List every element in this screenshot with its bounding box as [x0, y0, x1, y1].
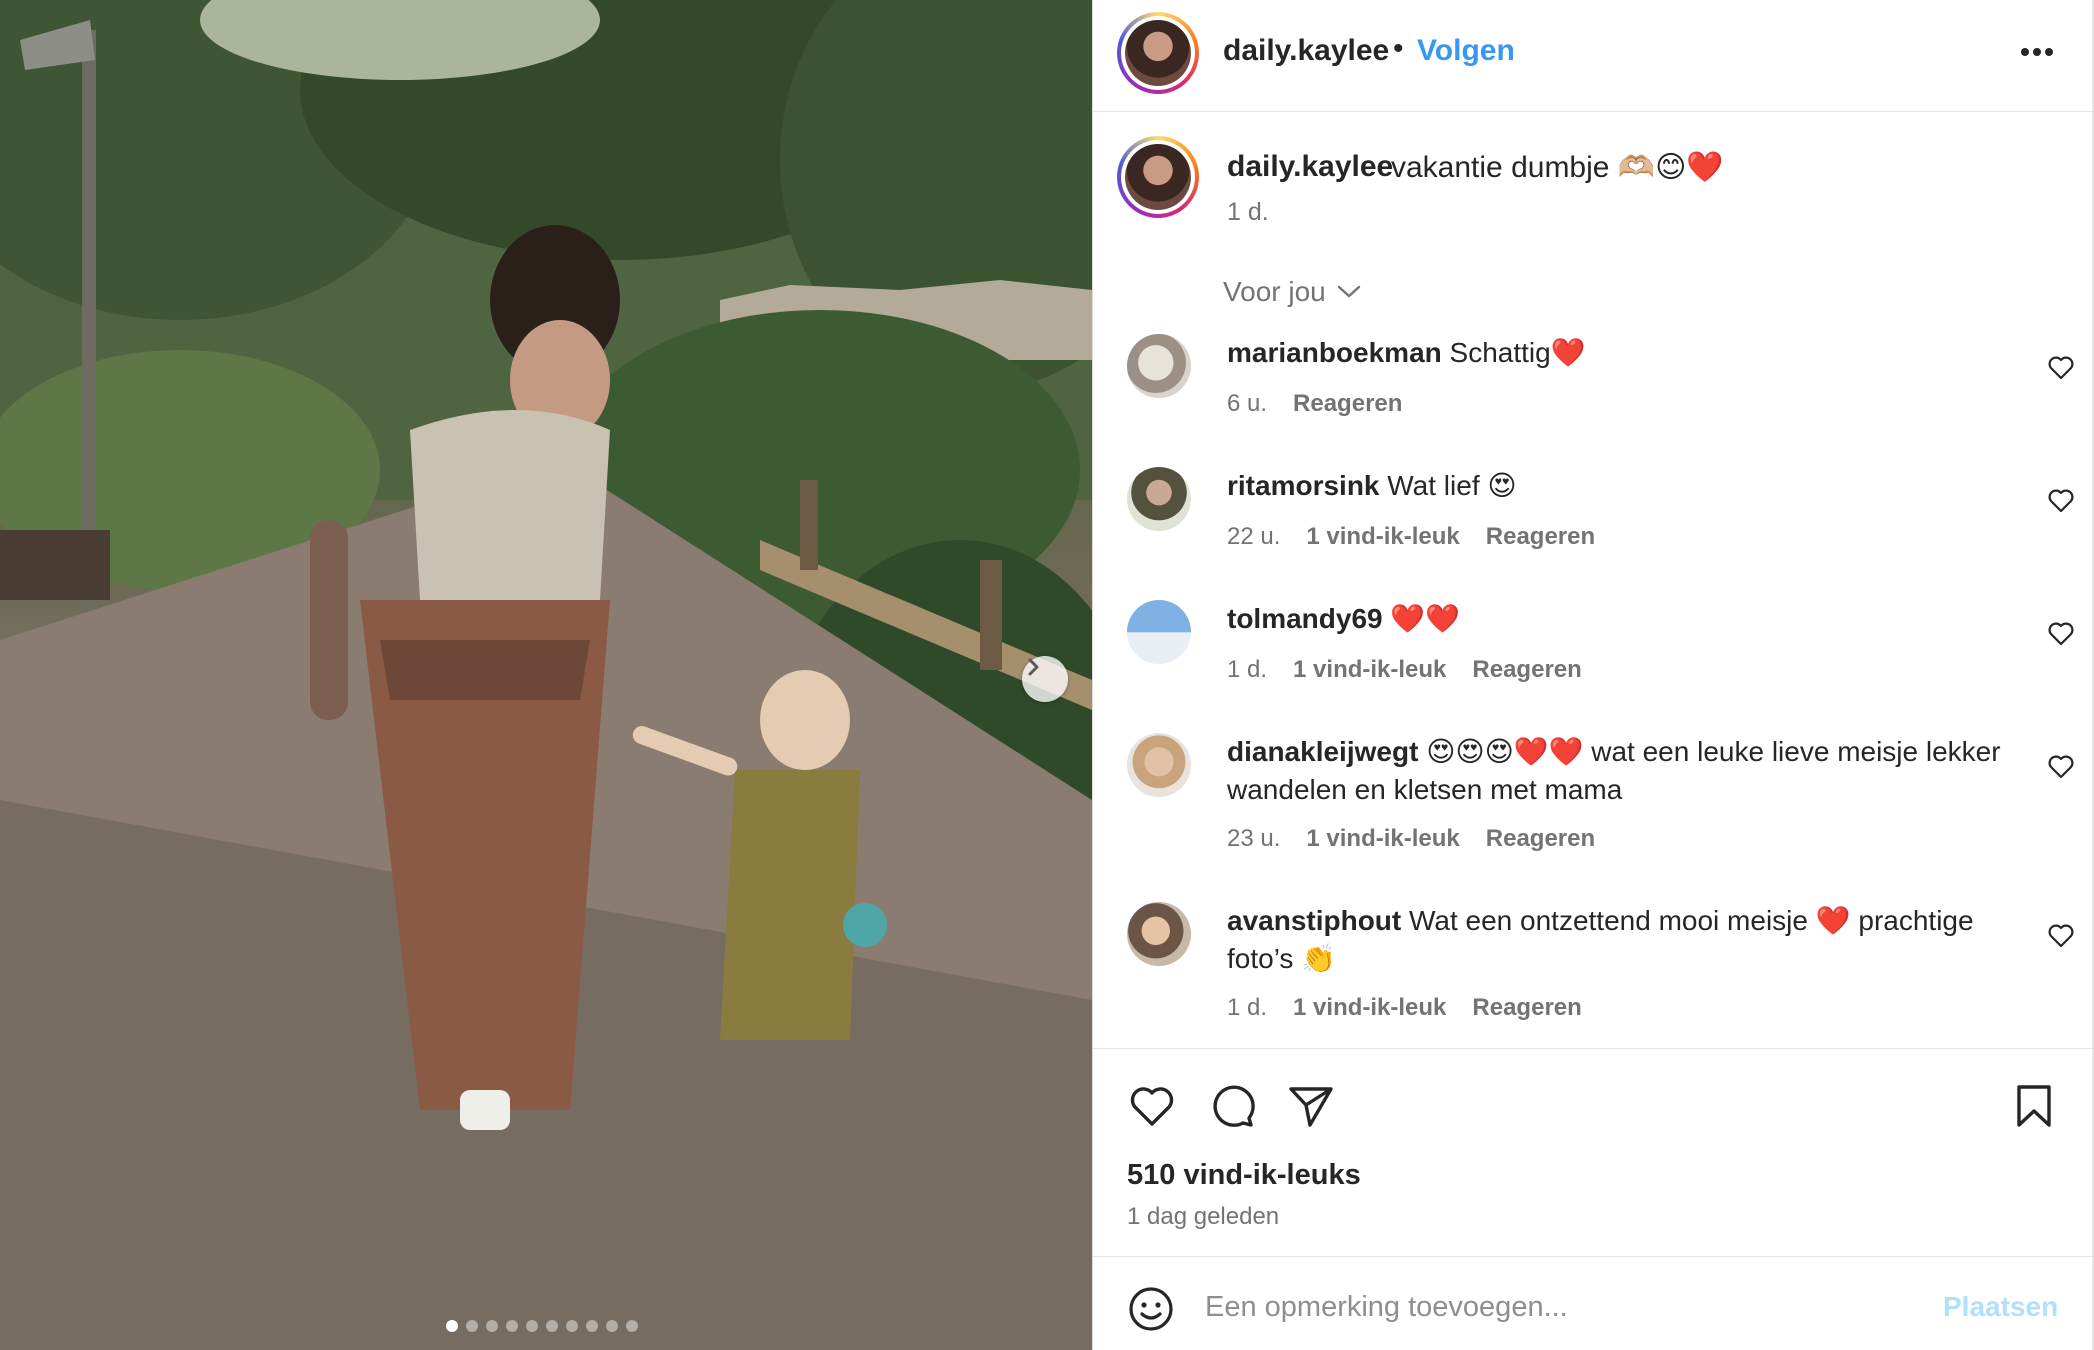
comment-time[interactable]: 23 u. [1227, 825, 1280, 853]
carousel-dot-active[interactable] [446, 1320, 458, 1332]
carousel-dot[interactable] [486, 1320, 498, 1332]
caption-text: vakantie dumbje 🫶🏼😊❤️ [1391, 151, 1724, 184]
comment-like-count[interactable]: 1 vind-ik-leuk [1306, 523, 1459, 551]
heart-icon[interactable] [1127, 1081, 1177, 1131]
comment-time[interactable]: 1 d. [1227, 656, 1267, 684]
caption-username[interactable]: daily.kaylee [1227, 150, 1393, 184]
reply-button[interactable]: Reageren [1472, 994, 1581, 1022]
carousel-dot[interactable] [546, 1320, 558, 1332]
post-action-bar: 510 vind-ik-leuks 1 dag geleden [1093, 1048, 2093, 1256]
commenter-username[interactable]: dianakleijwegt [1227, 736, 1418, 767]
comment-meta: 1 d. 1 vind-ik-leuk Reageren [1227, 656, 1582, 684]
carousel-dot[interactable] [586, 1320, 598, 1332]
carousel-dot[interactable] [606, 1320, 618, 1332]
comment-like-count[interactable]: 1 vind-ik-leuk [1293, 994, 1446, 1022]
commenter-username[interactable]: ritamorsink [1227, 470, 1380, 501]
comment-time[interactable]: 22 u. [1227, 523, 1280, 551]
comment-composer: Plaatsen [1093, 1256, 2093, 1350]
reply-button[interactable]: Reageren [1486, 523, 1595, 551]
comment-meta: 1 d. 1 vind-ik-leuk Reageren [1227, 994, 1582, 1022]
commenter-avatar[interactable] [1127, 467, 1191, 531]
commenter-username[interactable]: avanstiphout [1227, 905, 1401, 936]
commenter-avatar[interactable] [1127, 600, 1191, 664]
share-icon[interactable] [1285, 1081, 1335, 1131]
comment-time[interactable]: 1 d. [1227, 994, 1267, 1022]
post-header: daily.kaylee • Volgen [1093, 0, 2093, 112]
post-date[interactable]: 1 dag geleden [1127, 1203, 1279, 1231]
carousel-indicator [446, 1320, 638, 1332]
comment-text-block: marianboekman Schattig❤️ [1227, 334, 2007, 372]
caption-timestamp[interactable]: 1 d. [1227, 198, 1269, 227]
comment-input[interactable] [1205, 1277, 1905, 1337]
heart-icon[interactable] [2047, 620, 2075, 648]
chevron-right-icon [1028, 658, 1039, 676]
comment-text-block: dianakleijwegt 😍😍😍❤️❤️ wat een leuke lie… [1227, 733, 2007, 809]
comment-like-count[interactable]: 1 vind-ik-leuk [1306, 825, 1459, 853]
comment-meta: 6 u. Reageren [1227, 390, 1402, 418]
separator-dot: • [1393, 32, 1404, 65]
heart-icon[interactable] [2047, 922, 2075, 950]
like-count[interactable]: 510 vind-ik-leuks [1127, 1159, 1361, 1192]
commenter-username[interactable]: marianboekman [1227, 337, 1442, 368]
comment-filter-dropdown[interactable]: Voor jou [1223, 276, 1362, 308]
reply-button[interactable]: Reageren [1293, 390, 1402, 418]
post-photo[interactable] [0, 0, 1092, 1350]
carousel-dot[interactable] [566, 1320, 578, 1332]
carousel-dot[interactable] [526, 1320, 538, 1332]
comment-text: Wat lief 😍 [1387, 470, 1517, 501]
caption-avatar[interactable] [1117, 136, 1199, 218]
post-comment-button[interactable]: Plaatsen [1943, 1291, 2058, 1323]
comment-text-block: avanstiphout Wat een ontzettend mooi mei… [1227, 902, 2007, 978]
comment-text-block: tolmandy69 ❤️❤️ [1227, 600, 2007, 638]
instagram-post-view: daily.kaylee • Volgen daily.kaylee vakan… [0, 0, 2094, 1350]
chevron-down-icon [1337, 285, 1360, 298]
post-sidebar: daily.kaylee • Volgen daily.kaylee vakan… [1092, 0, 2094, 1350]
bookmark-icon[interactable] [2009, 1081, 2059, 1131]
heart-icon[interactable] [2047, 487, 2075, 515]
comment-icon[interactable] [1207, 1081, 1257, 1131]
commenter-username[interactable]: tolmandy69 [1227, 603, 1383, 634]
comment-like-count[interactable]: 1 vind-ik-leuk [1293, 656, 1446, 684]
photo-illustration [0, 0, 1092, 1350]
carousel-dot[interactable] [506, 1320, 518, 1332]
author-username[interactable]: daily.kaylee [1223, 34, 1389, 68]
comment-meta: 23 u. 1 vind-ik-leuk Reageren [1227, 825, 1595, 853]
follow-button[interactable]: Volgen [1417, 34, 1515, 68]
heart-icon[interactable] [2047, 354, 2075, 382]
commenter-avatar[interactable] [1127, 334, 1191, 398]
avatar-image [1125, 20, 1191, 86]
next-slide-button[interactable] [1022, 656, 1068, 702]
carousel-dot[interactable] [626, 1320, 638, 1332]
reply-button[interactable]: Reageren [1486, 825, 1595, 853]
emoji-icon[interactable] [1127, 1285, 1175, 1333]
comment-filter-label: Voor jou [1223, 276, 1326, 307]
comment-meta: 22 u. 1 vind-ik-leuk Reageren [1227, 523, 1595, 551]
more-icon[interactable] [2015, 38, 2059, 66]
commenter-avatar[interactable] [1127, 902, 1191, 966]
comment-text-block: ritamorsink Wat lief 😍 [1227, 467, 2007, 505]
commenter-avatar[interactable] [1127, 733, 1191, 797]
comment-text: ❤️❤️ [1390, 603, 1461, 634]
comment-time[interactable]: 6 u. [1227, 390, 1267, 418]
comment-text: Schattig❤️ [1449, 337, 1586, 368]
author-avatar[interactable] [1117, 12, 1199, 94]
heart-icon[interactable] [2047, 753, 2075, 781]
avatar-image [1125, 144, 1191, 210]
carousel-dot[interactable] [466, 1320, 478, 1332]
reply-button[interactable]: Reageren [1472, 656, 1581, 684]
